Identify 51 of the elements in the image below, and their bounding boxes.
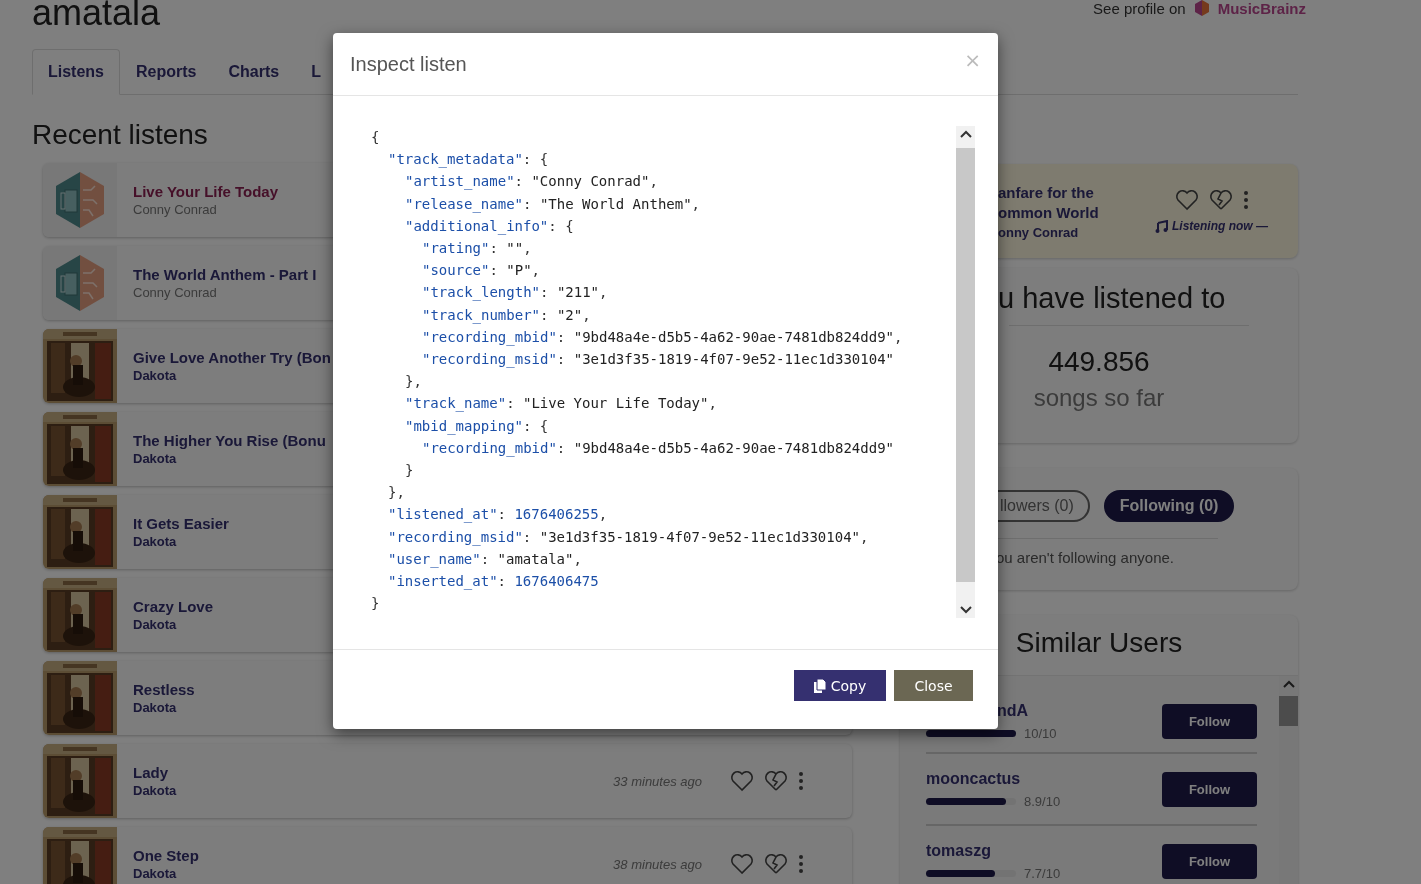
broken-heart-icon[interactable] xyxy=(764,853,788,875)
listen-count-caption: songs so far xyxy=(1033,384,1165,412)
dialog-title: Inspect listen xyxy=(350,52,467,76)
broken-heart-icon[interactable] xyxy=(1208,189,1233,211)
similarity-score: 8.9/10 xyxy=(1024,793,1061,809)
section-heading: Recent listens xyxy=(32,119,208,150)
similarity-score: 7.7/10 xyxy=(1024,865,1061,881)
close-button[interactable]: Close xyxy=(894,670,973,701)
see-profile-label: See profile on xyxy=(1093,0,1186,17)
track-title[interactable]: anfare for the xyxy=(998,182,1155,203)
hexagon-logo-icon xyxy=(1193,0,1210,17)
track-title[interactable]: One Step xyxy=(133,847,614,864)
listen-count: 449.856 xyxy=(1048,346,1150,378)
nav-tab[interactable]: L xyxy=(295,49,337,95)
more-options-icon[interactable] xyxy=(798,771,804,791)
artist-name[interactable]: onny Conrad xyxy=(998,224,1155,240)
artist-name[interactable]: Dakota xyxy=(133,866,614,881)
musicbrainz-link[interactable]: MusicBrainz xyxy=(1217,0,1306,17)
heart-icon[interactable] xyxy=(730,770,754,792)
stats-heading: u have listened to xyxy=(997,282,1226,315)
listening-status: Listening now — xyxy=(1172,219,1268,233)
music-note-icon xyxy=(1155,219,1168,233)
track-title[interactable]: ommon World xyxy=(998,202,1155,223)
cover-placeholder-icon xyxy=(53,170,107,230)
heart-icon[interactable] xyxy=(730,853,754,875)
scroll-up-icon[interactable] xyxy=(959,130,972,138)
copy-icon xyxy=(813,678,826,693)
nav-tab[interactable]: Listens xyxy=(32,49,120,95)
follow-tab[interactable]: Following (0) xyxy=(1103,490,1235,522)
scroll-down-icon[interactable] xyxy=(959,606,972,614)
nav-tab[interactable]: Reports xyxy=(120,49,213,95)
follow-button[interactable]: Follow xyxy=(1162,703,1257,739)
listen-time: 33 minutes ago xyxy=(613,773,702,789)
track-title[interactable]: Lady xyxy=(133,764,614,781)
heart-icon[interactable] xyxy=(1174,189,1199,211)
more-options-icon[interactable] xyxy=(1242,190,1249,210)
section-heading: Similar Users xyxy=(1014,626,1184,660)
similarity-score: 10/10 xyxy=(1024,725,1057,741)
artist-name[interactable]: Dakota xyxy=(133,783,614,798)
broken-heart-icon[interactable] xyxy=(764,770,788,792)
scroll-thumb[interactable] xyxy=(1279,696,1298,726)
user-name-link[interactable]: tomaszg xyxy=(926,841,1061,860)
listen-time: 38 minutes ago xyxy=(613,856,702,872)
follow-button[interactable]: Follow xyxy=(1162,843,1257,879)
more-options-icon[interactable] xyxy=(798,854,804,874)
nav-tab[interactable]: Charts xyxy=(212,49,296,95)
cover-placeholder-icon xyxy=(53,253,107,313)
scroll-thumb[interactable] xyxy=(956,148,975,582)
follow-button[interactable]: Follow xyxy=(1162,771,1257,807)
user-name-link[interactable]: mooncactus xyxy=(926,769,1061,788)
copy-button[interactable]: Copy xyxy=(794,670,886,701)
